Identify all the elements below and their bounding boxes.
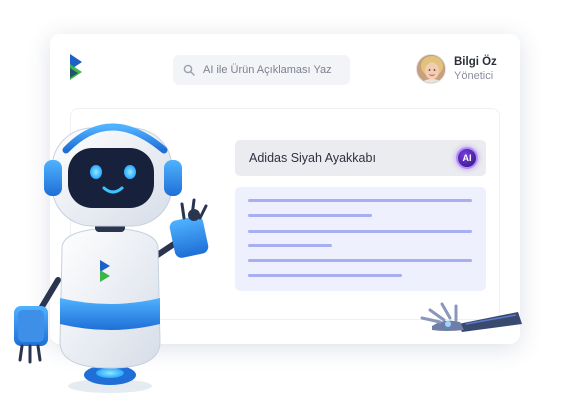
- description-line: [248, 199, 472, 202]
- description-line: [248, 259, 472, 262]
- robot-hand-illustration: [420, 302, 522, 332]
- search-placeholder: AI ile Ürün Açıklaması Yaz: [203, 64, 332, 76]
- description-line: [248, 274, 402, 277]
- search-icon: [183, 64, 195, 76]
- user-role: Yönetici: [454, 70, 494, 82]
- robot-mascot-illustration: [14, 123, 209, 393]
- brand-logo: [70, 54, 82, 80]
- product-title: Adidas Siyah Ayakkabı: [249, 151, 376, 165]
- ai-generate-button[interactable]: AI: [456, 147, 478, 169]
- ai-search-input[interactable]: AI ile Ürün Açıklaması Yaz: [173, 55, 350, 85]
- product-title-field[interactable]: Adidas Siyah Ayakkabı AI: [235, 140, 486, 176]
- description-line: [248, 214, 372, 217]
- generated-description: [235, 187, 486, 291]
- user-profile[interactable]: Bilgi Öz Yönetici: [416, 54, 497, 84]
- avatar[interactable]: [416, 54, 446, 84]
- user-name: Bilgi Öz: [454, 56, 497, 68]
- description-line: [248, 244, 332, 247]
- description-line: [248, 230, 472, 233]
